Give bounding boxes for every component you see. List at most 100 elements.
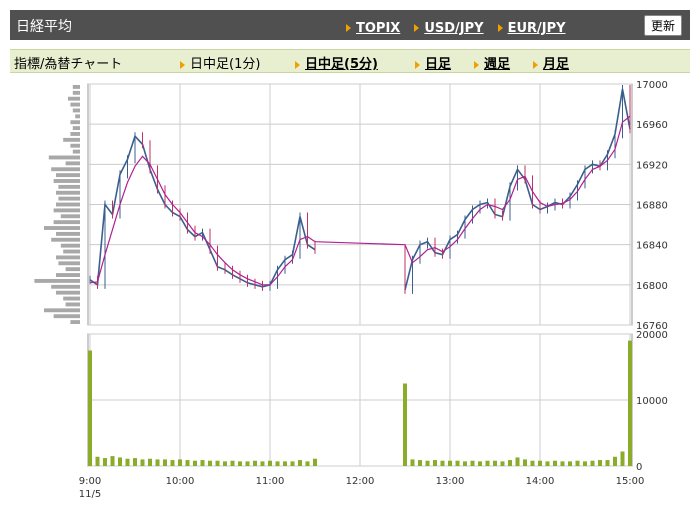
volume-bar [470, 460, 475, 466]
volume-bar [238, 461, 242, 466]
volume-profile-bar [60, 214, 80, 219]
volume-bar [515, 457, 520, 466]
volume-bar [575, 460, 580, 466]
volume-bar [545, 461, 550, 466]
volume-bar [95, 456, 100, 466]
volume-profile-bar [51, 167, 80, 172]
nikkei-intraday-chart: 1676016800168401688016920169601700001000… [34, 80, 668, 500]
volume-bar [88, 350, 92, 466]
volume-bar [568, 461, 572, 466]
date-label: 11/5 [79, 489, 101, 500]
volume-tick-label: 10000 [636, 396, 668, 407]
volume-bar [433, 460, 437, 466]
volume-profile-bar [75, 114, 80, 119]
volume-profile-bar [56, 231, 80, 236]
volume-bar [170, 460, 175, 466]
volume-bar [260, 461, 265, 466]
volume-profile-bar [63, 137, 80, 142]
volume-bar [283, 461, 287, 466]
volume-bar [148, 458, 152, 466]
volume-profile-bar [70, 120, 80, 125]
volume-bar [500, 461, 505, 466]
time-tick-label: 14:00 [526, 476, 555, 487]
price-tick-label: 16800 [636, 281, 668, 292]
volume-profile-bar [53, 208, 80, 213]
time-tick-label: 13:00 [436, 476, 465, 487]
volume-bar [200, 460, 205, 466]
volume-profile-bar [70, 132, 80, 136]
volume-profile-bar [63, 249, 80, 254]
volume-bar [275, 461, 280, 466]
volume-profile-bar [70, 320, 80, 324]
volume-tick-label: 20000 [636, 330, 668, 341]
volume-profile-bar [68, 96, 80, 101]
volume-bar [598, 460, 602, 466]
volume-bar [208, 460, 212, 466]
price-tick-label: 16840 [636, 241, 668, 252]
volume-profile-bar [58, 184, 80, 189]
volume-profile-bar [65, 161, 80, 166]
volume-profile-bar [65, 302, 80, 307]
volume-bar [478, 461, 482, 466]
volume-bar [155, 459, 160, 466]
volume-bar [298, 460, 302, 466]
volume-bar [440, 460, 445, 466]
volume-profile-bar [51, 237, 80, 242]
volume-tick-label: 0 [636, 462, 642, 473]
volume-bar [223, 461, 227, 466]
volume-bar [455, 460, 460, 466]
volume-profile-bar [56, 273, 80, 277]
volume-bar [245, 461, 250, 466]
time-tick-label: 10:00 [166, 476, 195, 487]
volume-profile-bar [56, 173, 80, 178]
price-tick-label: 17000 [636, 80, 668, 91]
volume-bar [560, 461, 565, 466]
volume-bar [485, 460, 490, 466]
volume-profile-bar [56, 290, 80, 295]
volume-bar [253, 460, 257, 466]
volume-bar [448, 460, 452, 466]
volume-profile-bar [72, 108, 80, 113]
volume-profile-bar [51, 284, 80, 289]
volume-bar [508, 460, 512, 466]
volume-profile-bar [53, 220, 80, 225]
volume-profile-bar [70, 143, 80, 148]
volume-profile-bar [65, 267, 80, 272]
volume-profile-bar [53, 314, 80, 319]
volume-bar [403, 383, 407, 466]
volume-bar [425, 460, 430, 466]
volume-bar [140, 459, 145, 466]
volume-bar [620, 451, 625, 466]
volume-bar [418, 460, 422, 466]
volume-profile-bar [70, 102, 80, 107]
volume-bar [530, 460, 535, 466]
volume-bar [523, 459, 527, 466]
volume-profile-bar [72, 90, 80, 95]
volume-bar [193, 460, 197, 466]
volume-profile-bar [34, 278, 80, 283]
volume-bar [313, 458, 317, 466]
volume-bar [613, 456, 617, 466]
volume-profile-bar [48, 155, 80, 160]
volume-bar [110, 456, 115, 466]
volume-bar [215, 460, 220, 466]
volume-bar [583, 461, 587, 466]
volume-profile-bar [63, 296, 80, 301]
volume-bar [185, 460, 190, 466]
price-tick-label: 16920 [636, 160, 668, 171]
volume-bar [590, 460, 595, 466]
volume-bar [605, 460, 610, 466]
volume-bar [118, 457, 122, 466]
volume-bar [628, 340, 632, 466]
volume-profile-bar [44, 226, 80, 230]
volume-profile-bar [72, 126, 80, 131]
volume-profile-bar [58, 196, 80, 201]
volume-profile-bar [58, 261, 80, 266]
volume-bar [305, 461, 310, 466]
volume-bar [163, 459, 167, 466]
volume-bar [463, 461, 467, 466]
volume-bar [125, 458, 130, 466]
volume-profile-bar [44, 308, 80, 313]
volume-bar [290, 461, 295, 466]
volume-profile-bar [72, 149, 80, 154]
